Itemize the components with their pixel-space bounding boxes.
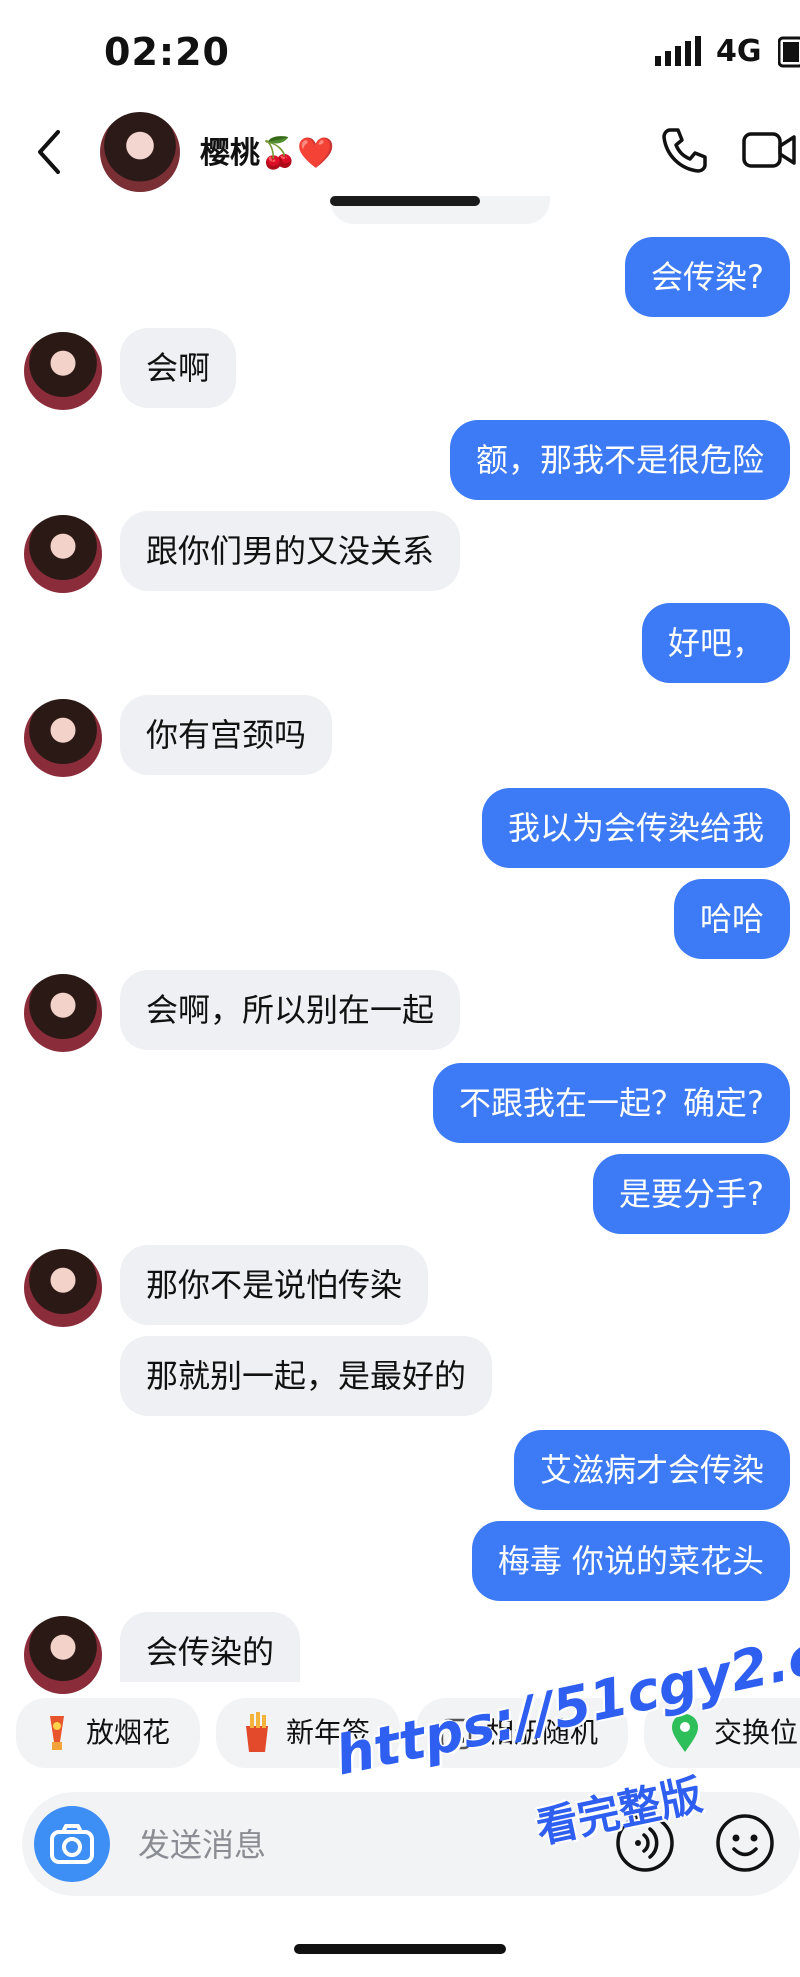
dice-icon: [440, 1718, 472, 1750]
sender-avatar[interactable]: [24, 332, 102, 410]
video-call-icon[interactable]: [740, 124, 800, 176]
message-bubble-incoming: 那就别一起，是最好的: [120, 1336, 493, 1416]
contact-avatar[interactable]: [100, 112, 180, 192]
message-bubble-incoming: 跟你们男的又没关系: [120, 511, 461, 591]
firework-icon: [50, 1716, 64, 1750]
sender-avatar[interactable]: [24, 515, 102, 593]
home-indicator: [294, 1944, 506, 1954]
quick-action-random-album[interactable]: 相册随机: [416, 1698, 628, 1768]
message-composer[interactable]: 发送消息: [22, 1792, 800, 1896]
network-type: 4G: [716, 34, 762, 69]
voice-message-icon[interactable]: [614, 1812, 676, 1874]
message-bubble-outgoing: 艾滋病才会传染: [513, 1430, 790, 1510]
emoji-icon[interactable]: [714, 1812, 776, 1874]
sender-avatar[interactable]: [24, 699, 102, 777]
back-arrow-icon[interactable]: [30, 124, 70, 180]
contact-name[interactable]: 樱桃🍒❤️: [200, 128, 335, 172]
message-bubble-incoming: 你有宫颈吗: [120, 695, 333, 775]
message-bubble-incoming: 那你不是说怕传染: [120, 1245, 429, 1325]
quick-action-label: 新年签: [286, 1716, 371, 1749]
message-bubble-outgoing: 哈哈: [673, 879, 790, 959]
quick-action-new-year-fortune[interactable]: 新年签: [216, 1698, 400, 1768]
status-time: 02:20: [104, 30, 230, 74]
camera-icon: [50, 1824, 94, 1864]
message-bubble-outgoing: 不跟我在一起？确定?: [433, 1063, 790, 1143]
chat-header: 樱桃🍒❤️: [0, 110, 800, 200]
quick-actions-bar: 放烟花 新年签 相册随机 交换位: [0, 1692, 800, 1780]
sender-avatar[interactable]: [24, 1616, 102, 1694]
message-input-placeholder[interactable]: 发送消息: [138, 1820, 266, 1866]
phone-call-icon[interactable]: [658, 124, 710, 176]
sender-avatar[interactable]: [24, 1249, 102, 1327]
scroll-indicator: [330, 196, 480, 206]
quick-action-fireworks[interactable]: 放烟花: [16, 1698, 200, 1768]
message-bubble-outgoing: 额，那我不是很危险: [449, 420, 790, 500]
status-bar: 02:20 4G: [0, 0, 800, 110]
quick-action-swap-location[interactable]: 交换位: [644, 1698, 800, 1768]
camera-button[interactable]: [34, 1806, 110, 1882]
signal-strength-icon: [655, 36, 701, 66]
quick-action-label: 相册随机: [486, 1716, 599, 1749]
battery-icon: [778, 36, 800, 68]
fortune-box-icon: [246, 1712, 268, 1752]
message-bubble-incoming: 会啊: [120, 328, 237, 408]
message-bubble-outgoing: 会传染?: [625, 237, 790, 317]
quick-action-label: 放烟花: [86, 1716, 171, 1749]
message-bubble-outgoing: 好吧，: [641, 603, 790, 683]
message-bubble-incoming: 会啊，所以别在一起: [120, 970, 461, 1050]
quick-action-label: 交换位: [714, 1716, 799, 1749]
location-pin-icon: [672, 1714, 698, 1752]
message-bubble-outgoing: 我以为会传染给我: [481, 788, 790, 868]
sender-avatar[interactable]: [24, 974, 102, 1052]
message-bubble-outgoing: 梅毒 你说的菜花头: [471, 1521, 790, 1601]
message-bubble-incoming: 会传染的: [120, 1612, 301, 1682]
message-bubble-outgoing: 是要分手?: [593, 1154, 790, 1234]
